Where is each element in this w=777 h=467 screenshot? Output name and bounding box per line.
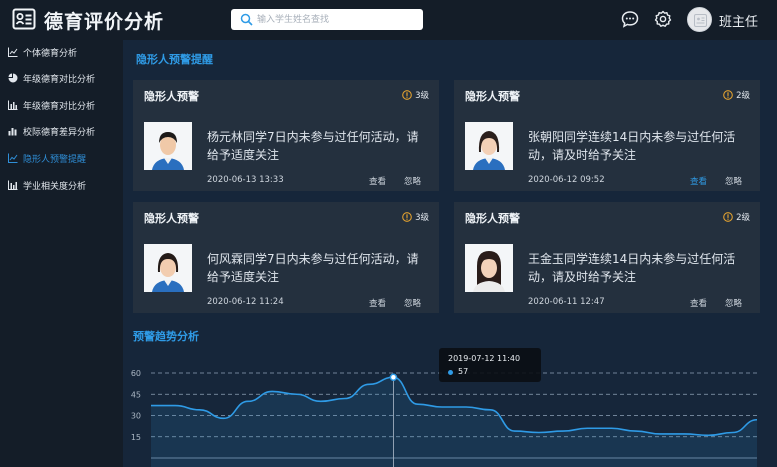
y-tick-label: 60 — [131, 369, 141, 378]
tooltip-value: 57 — [458, 367, 469, 376]
avatar-icon — [694, 14, 707, 27]
y-tick-label: 15 — [131, 433, 141, 442]
alert-level-text: 2级 — [736, 213, 750, 223]
alert-level-text: 2级 — [736, 91, 750, 101]
series-area — [151, 377, 757, 467]
card-title: 隐形人预警 — [465, 90, 520, 103]
alert-time: 2020-06-12 11:24 — [207, 297, 284, 307]
search-input[interactable] — [257, 10, 417, 29]
sidebar-item-label: 年级德育对比分析 — [23, 74, 96, 85]
alert-level-text: 3级 — [415, 91, 429, 101]
line-chart-icon — [8, 153, 18, 163]
student-photo[interactable] — [144, 244, 192, 292]
sidebar-item-grade-comparison[interactable]: 年级德育对比分析 — [0, 68, 123, 88]
alert-time: 2020-06-11 12:47 — [528, 297, 605, 307]
warning-circle-icon — [402, 90, 412, 100]
student-photo[interactable] — [144, 122, 192, 170]
sidebar-item-label: 个体德育分析 — [23, 48, 78, 59]
view-button[interactable]: 查看 — [690, 175, 707, 187]
bar-chart-icon — [8, 100, 18, 110]
alert-card: 隐形人预警 2级 王金玉同学连续14日内未参与过任何活动，请及时给予关注 202… — [454, 202, 760, 313]
alert-card: 隐形人预警 3级 何风霖同学7日内未参与过任何活动，请给予适度关注 2020-0… — [133, 202, 439, 313]
search-icon — [240, 13, 253, 26]
app-title: 德育评价分析 — [44, 11, 165, 33]
alert-level: 2级 — [723, 89, 750, 101]
section-title-alerts: 隐形人预警提醒 — [136, 53, 213, 66]
bar-chart-icon — [8, 128, 17, 136]
card-title: 隐形人预警 — [144, 90, 199, 103]
sidebar-item-label: 隐形人预警提醒 — [23, 154, 87, 165]
sidebar-item-academic-correlation[interactable]: 学业相关度分析 — [0, 175, 123, 195]
warning-circle-icon — [723, 212, 733, 222]
alert-message: 张朝阳同学连续14日内未参与过任何活动，请及时给予关注 — [528, 130, 736, 162]
alert-message: 何风霖同学7日内未参与过任何活动，请给予适度关注 — [207, 252, 419, 284]
sidebar-item-label: 学业相关度分析 — [23, 181, 87, 192]
message-icon[interactable] — [621, 10, 639, 28]
avatar[interactable] — [687, 7, 712, 32]
alert-message: 王金玉同学连续14日内未参与过任何活动，请及时给予关注 — [528, 252, 736, 284]
alert-message: 杨元林同学7日内未参与过任何活动，请给予适度关注 — [207, 130, 419, 162]
student-photo-image — [144, 244, 192, 292]
sidebar-item-label: 年级德育对比分析 — [23, 101, 96, 112]
highlighted-point — [389, 373, 398, 381]
student-photo[interactable] — [465, 122, 513, 170]
card-title: 隐形人预警 — [144, 212, 199, 225]
alert-card: 隐形人预警 3级 杨元林同学7日内未参与过任何活动，请给予适度关注 2020-0… — [133, 80, 439, 191]
sidebar-item-school-difference[interactable]: 校际德育差异分析 — [0, 121, 123, 141]
alert-card: 隐形人预警 2级 张朝阳同学连续14日内未参与过任何活动，请及时给予关注 202… — [454, 80, 760, 191]
ignore-button[interactable]: 忽略 — [404, 175, 421, 187]
student-photo[interactable] — [465, 244, 513, 292]
y-tick-label: 45 — [131, 390, 141, 399]
y-tick-label: 30 — [131, 412, 141, 421]
alert-level-text: 3级 — [415, 213, 429, 223]
alert-level: 2级 — [723, 211, 750, 223]
gear-icon[interactable] — [654, 10, 672, 28]
sidebar-item-grade-comparison-2[interactable]: 年级德育对比分析 — [0, 95, 123, 115]
sidebar-item-invisible-alert[interactable]: 隐形人预警提醒 — [0, 148, 123, 168]
student-photo-image — [465, 122, 513, 170]
warning-circle-icon — [402, 212, 412, 222]
alert-time: 2020-06-13 13:33 — [207, 175, 284, 185]
alert-time: 2020-06-12 09:52 — [528, 175, 605, 185]
warning-circle-icon — [723, 90, 733, 100]
card-title: 隐形人预警 — [465, 212, 520, 225]
view-button[interactable]: 查看 — [369, 297, 386, 309]
sidebar: 个体德育分析 年级德育对比分析 年级德育对比分析 校际德育差异分析 隐形人预警提… — [0, 40, 123, 467]
tooltip-date: 2019-07-12 11:40 — [448, 354, 521, 363]
view-button[interactable]: 查看 — [690, 297, 707, 309]
student-photo-image — [465, 244, 513, 292]
alert-level: 3级 — [402, 89, 429, 101]
ignore-button[interactable]: 忽略 — [725, 297, 742, 309]
user-name[interactable]: 班主任 — [719, 11, 758, 30]
ignore-button[interactable]: 忽略 — [725, 175, 742, 187]
pie-chart-icon — [8, 73, 18, 83]
search-box[interactable] — [231, 9, 423, 30]
line-chart-icon — [8, 47, 18, 57]
sidebar-item-individual-analysis[interactable]: 个体德育分析 — [0, 42, 123, 62]
tooltip-series-dot — [448, 370, 453, 375]
alert-level: 3级 — [402, 211, 429, 223]
sidebar-item-label: 校际德育差异分析 — [23, 127, 96, 138]
ignore-button[interactable]: 忽略 — [404, 297, 421, 309]
bar-chart-icon — [8, 180, 18, 190]
student-photo-image — [144, 122, 192, 170]
chart-tooltip: 2019-07-12 11:40 57 — [439, 348, 541, 382]
logo-card-icon — [12, 8, 36, 30]
app-header: 德育评价分析 班主任 — [0, 0, 777, 40]
view-button[interactable]: 查看 — [369, 175, 386, 187]
